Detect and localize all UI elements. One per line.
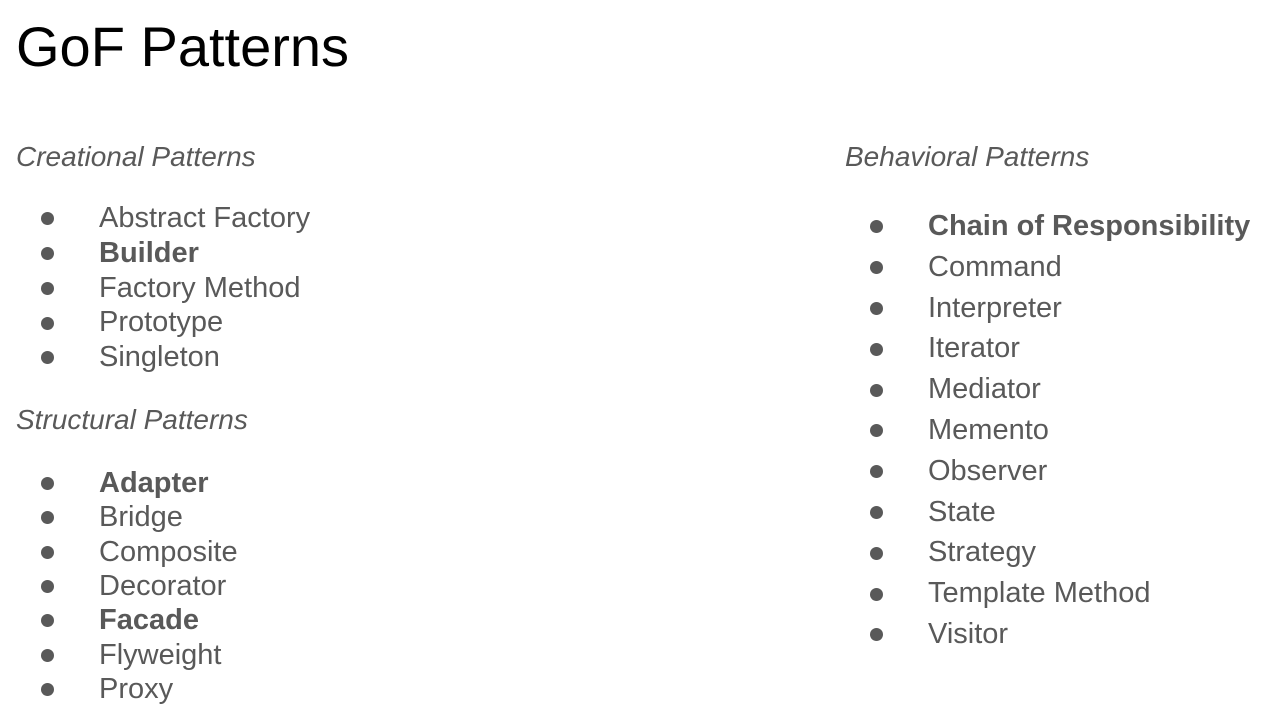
- list-item: Composite: [41, 535, 238, 569]
- list-item: Abstract Factory: [41, 201, 310, 236]
- bullet-icon: [870, 301, 883, 315]
- list-item: Factory Method: [41, 271, 310, 306]
- pattern-label: Prototype: [99, 306, 224, 339]
- list-item: Singleton: [41, 340, 310, 375]
- bullet-icon: [870, 383, 883, 397]
- bullet-icon: [870, 342, 883, 356]
- list-item: Visitor: [870, 614, 1250, 655]
- pattern-list-behavioral: Chain of Responsibility Command Interprete…: [870, 206, 1250, 655]
- list-item: Observer: [870, 451, 1250, 492]
- page-title: GoF Patterns: [16, 15, 350, 78]
- bullet-icon: [870, 424, 883, 438]
- bullet-icon: [870, 546, 883, 560]
- pattern-label: Template Method: [928, 577, 1151, 610]
- bullet-icon: [870, 261, 883, 275]
- section-heading-creational: Creational Patterns: [16, 141, 256, 172]
- bullet-icon: [41, 511, 54, 525]
- bullet-icon: [41, 351, 54, 365]
- bullet-icon: [870, 587, 883, 601]
- list-item: State: [870, 492, 1250, 533]
- list-item: Strategy: [870, 532, 1250, 573]
- list-item: Template Method: [870, 573, 1250, 614]
- pattern-label: Command: [928, 250, 1062, 283]
- bullet-icon: [41, 247, 54, 261]
- list-item: Chain of Responsibility: [870, 206, 1250, 247]
- pattern-label: Facade: [99, 604, 199, 637]
- section-heading-structural: Structural Patterns: [16, 404, 248, 435]
- bullet-icon: [870, 505, 883, 519]
- pattern-label: Bridge: [99, 501, 183, 534]
- bullet-icon: [41, 614, 54, 628]
- list-item: Mediator: [870, 369, 1250, 410]
- pattern-label: Interpreter: [928, 291, 1062, 324]
- pattern-label: Memento: [928, 413, 1049, 446]
- pattern-label: Builder: [99, 236, 199, 269]
- bullet-icon: [41, 281, 54, 295]
- list-item: Decorator: [41, 569, 238, 603]
- pattern-label: Decorator: [99, 569, 227, 602]
- pattern-label: Factory Method: [99, 271, 301, 304]
- list-item: Iterator: [870, 328, 1250, 369]
- pattern-list-creational: Abstract Factory Builder Factory Method Pro…: [41, 201, 310, 375]
- pattern-label: Proxy: [99, 672, 174, 705]
- pattern-label: Flyweight: [99, 638, 222, 671]
- pattern-label: Composite: [99, 535, 238, 568]
- pattern-label: Abstract Factory: [99, 202, 311, 234]
- bullet-icon: [870, 465, 883, 479]
- bullet-icon: [41, 316, 54, 330]
- list-item: Bridge: [41, 500, 238, 534]
- list-item: Memento: [870, 410, 1250, 451]
- pattern-label: Strategy: [928, 536, 1036, 569]
- pattern-label: Adapter: [99, 467, 209, 499]
- list-item: Proxy: [41, 672, 238, 706]
- pattern-list-structural: Adapter Bridge Composite Decorator Facade Fly…: [41, 466, 238, 706]
- bullet-icon: [41, 683, 54, 697]
- list-item: Adapter: [41, 466, 238, 500]
- bullet-icon: [41, 648, 54, 662]
- list-item: Prototype: [41, 305, 310, 340]
- pattern-label: Iterator: [928, 332, 1020, 365]
- list-item: Facade: [41, 603, 238, 637]
- pattern-label: Visitor: [928, 617, 1009, 650]
- list-item: Interpreter: [870, 288, 1250, 329]
- bullet-icon: [41, 545, 54, 559]
- pattern-label: Observer: [928, 454, 1048, 487]
- bullet-icon: [41, 212, 54, 226]
- bullet-icon: [870, 220, 883, 234]
- list-item: Flyweight: [41, 638, 238, 672]
- pattern-label: Chain of Responsibility: [928, 210, 1251, 242]
- pattern-label: Singleton: [99, 341, 220, 373]
- bullet-icon: [41, 477, 54, 491]
- pattern-label: State: [928, 495, 996, 528]
- section-heading-behavioral: Behavioral Patterns: [845, 141, 1090, 172]
- list-item: Builder: [41, 236, 310, 271]
- pattern-label: Mediator: [928, 373, 1041, 406]
- bullet-icon: [870, 628, 883, 642]
- list-item: Command: [870, 247, 1250, 288]
- bullet-icon: [41, 580, 54, 594]
